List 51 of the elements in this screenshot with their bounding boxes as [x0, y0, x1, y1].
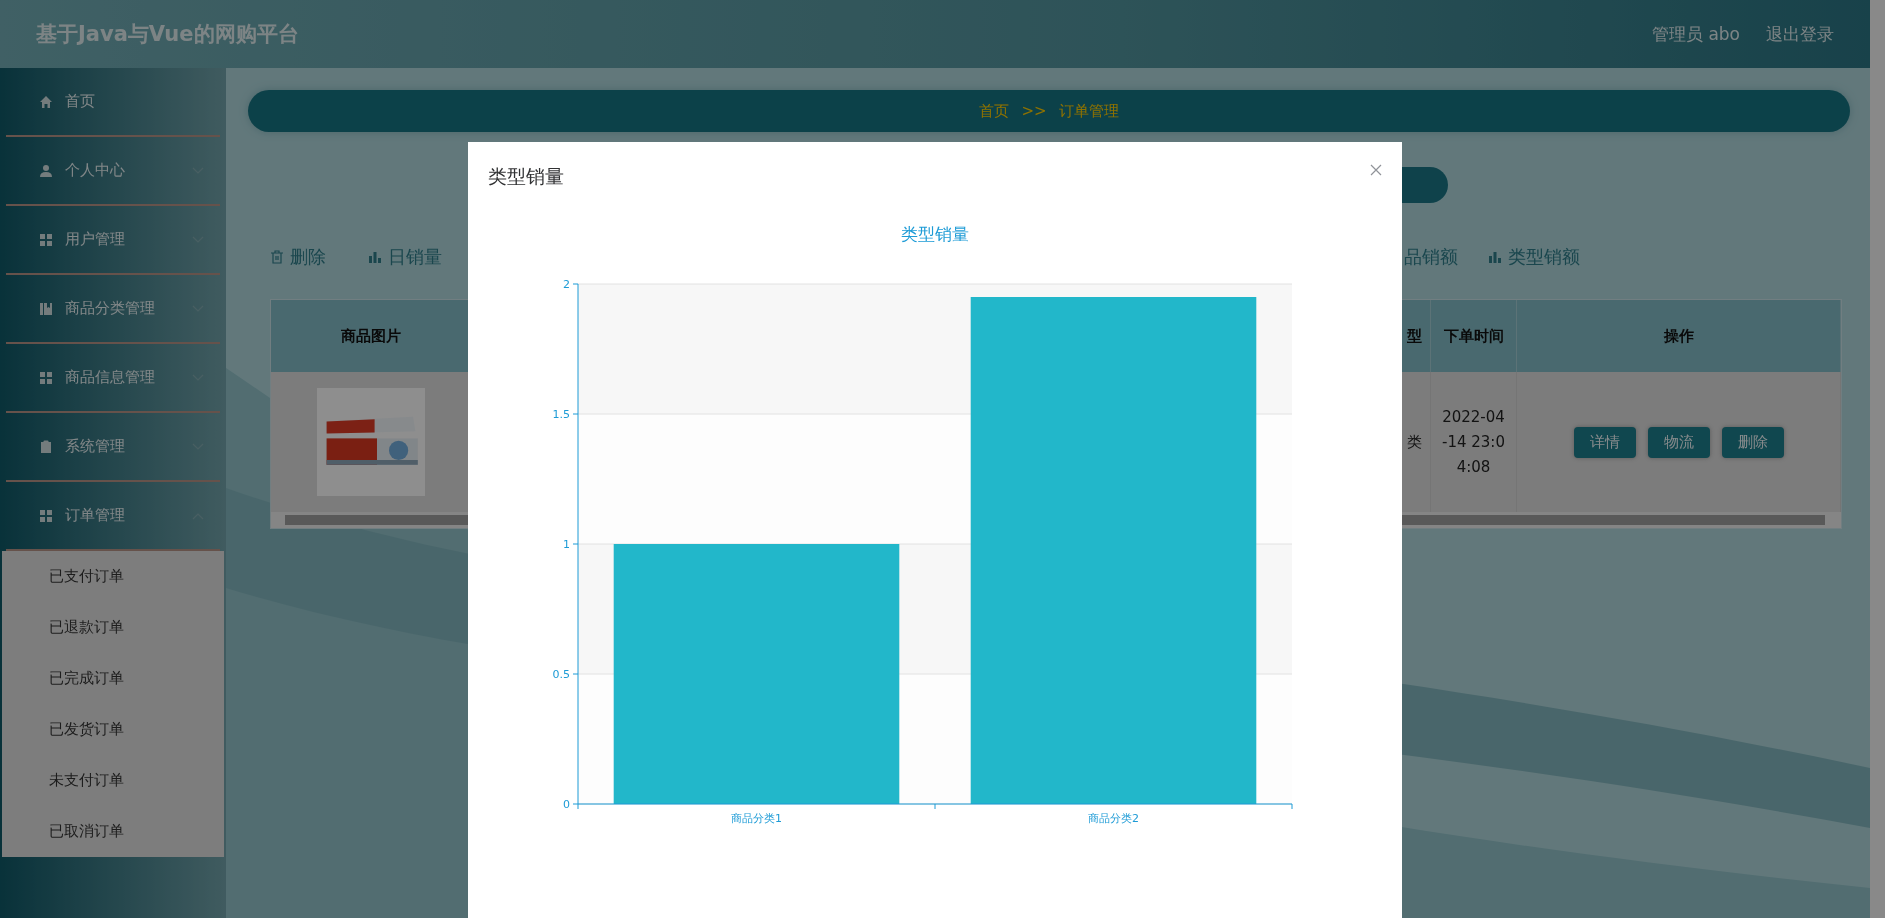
- toolbar-button[interactable]: 类型销额: [1488, 245, 1580, 269]
- table-cell: 类: [1407, 432, 1422, 452]
- menu-item[interactable]: 商品信息管理: [6, 344, 220, 413]
- submenu-item[interactable]: 已发货订单: [2, 704, 224, 755]
- bar-chart-icon: [1488, 250, 1502, 264]
- home-icon: [39, 94, 53, 109]
- column-header: 下单时间: [1431, 300, 1517, 372]
- logout-link[interactable]: 退出登录: [1766, 22, 1834, 46]
- submenu-item[interactable]: 已支付订单: [2, 551, 224, 602]
- grid-icon: [39, 370, 53, 385]
- action-button[interactable]: 删除: [1721, 426, 1784, 458]
- menu-item[interactable]: 个人中心: [6, 137, 220, 206]
- close-icon[interactable]: [1370, 164, 1382, 176]
- breadcrumb-item: 订单管理: [1058, 101, 1119, 121]
- submenu-item[interactable]: 已退款订单: [2, 602, 224, 653]
- axis-tick-label: 0.5: [552, 668, 570, 681]
- breadcrumb-item[interactable]: 首页: [979, 101, 1010, 121]
- axis-tick-label: 1: [563, 538, 570, 551]
- axis-tick-label: 1.5: [552, 408, 570, 421]
- menu-item[interactable]: 系统管理: [6, 413, 220, 482]
- axis-category-label: 商品分类1: [731, 812, 782, 825]
- action-button[interactable]: 详情: [1573, 426, 1636, 458]
- action-button[interactable]: 物流: [1647, 426, 1710, 458]
- menu-item[interactable]: 首页: [6, 68, 220, 137]
- bar-chart-icon: [368, 250, 382, 264]
- clipboard-icon: [39, 439, 53, 454]
- submenu-item[interactable]: 未支付订单: [2, 755, 224, 806]
- vertical-scrollbar[interactable]: [1870, 0, 1885, 918]
- toolbar-button[interactable]: 品销额: [1404, 245, 1458, 269]
- toolbar-button[interactable]: 日销量: [368, 245, 442, 269]
- table-cell-text: 2022-04-14 23:04:08: [1441, 406, 1506, 478]
- menu-item[interactable]: 商品分类管理: [6, 275, 220, 344]
- dialog-title: 类型销量: [488, 164, 564, 189]
- column-header: 操作: [1517, 300, 1841, 372]
- axis-tick-label: 2: [563, 278, 570, 291]
- grid-icon: [39, 232, 53, 247]
- menu-item[interactable]: 用户管理: [6, 206, 220, 275]
- column-header: 商品图片: [271, 300, 471, 372]
- site-title: 基于Java与Vue的网购平台: [36, 21, 299, 48]
- admin-name: 管理员 abo: [1652, 22, 1740, 46]
- axis-category-label: 商品分类2: [1088, 812, 1139, 825]
- trash-icon: [270, 250, 284, 264]
- axis-tick-label: 0: [563, 798, 570, 811]
- submenu-item[interactable]: 已完成订单: [2, 653, 224, 704]
- chart-title: 类型销量: [901, 224, 969, 244]
- breadcrumb-separator: >>: [1021, 102, 1047, 120]
- book-icon: [39, 301, 53, 316]
- submenu-item[interactable]: 已取消订单: [2, 806, 224, 857]
- grid-icon: [39, 508, 53, 523]
- toolbar-button[interactable]: 删除: [270, 245, 326, 269]
- user-icon: [39, 163, 53, 178]
